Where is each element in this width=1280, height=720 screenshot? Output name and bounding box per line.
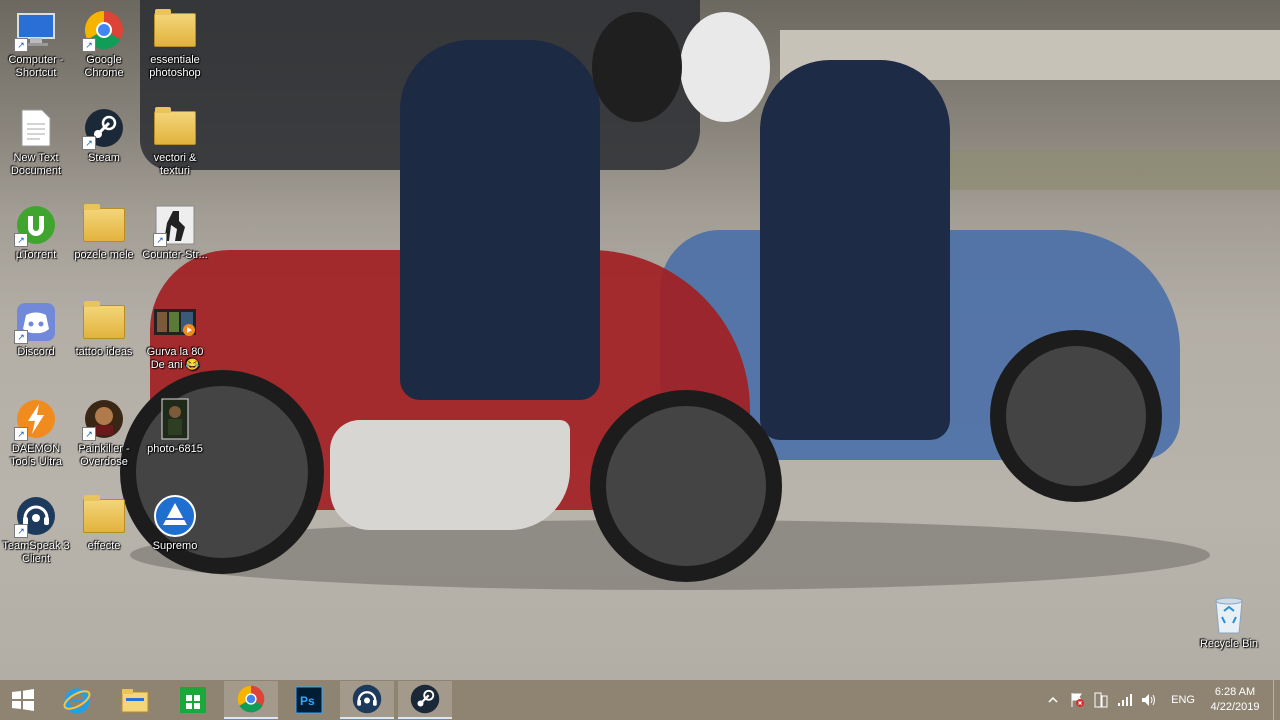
supremo-icon xyxy=(153,494,197,538)
shortcut-arrow-icon: ↗ xyxy=(14,427,28,441)
teamspeak-icon xyxy=(352,684,382,714)
store-icon xyxy=(180,687,206,713)
file-explorer-icon xyxy=(121,689,149,713)
taskbar-app-google-chrome[interactable] xyxy=(224,681,278,719)
desktop-icon-label: Steam xyxy=(88,152,120,164)
shortcut-arrow-icon: ↗ xyxy=(153,233,167,247)
desktop-icon-label: tattoo ideas xyxy=(75,346,133,358)
internet-explorer-icon xyxy=(63,688,91,714)
discord-icon: ↗ xyxy=(14,300,58,344)
taskbar: Ps ENG 6:28 AM 4/22/2019 xyxy=(0,680,1280,720)
device-icon[interactable] xyxy=(1092,691,1110,709)
desktop: ↗ Computer - Shortcut ↗ Google Chrome es… xyxy=(0,0,1280,680)
desktop-icon-recycle-bin[interactable]: Recycle Bin xyxy=(1193,586,1265,651)
folder-icon xyxy=(82,203,126,247)
shortcut-arrow-icon: ↗ xyxy=(14,38,28,52)
text-document-icon xyxy=(14,106,58,150)
desktop-icon-label: Painkiller - Overdose xyxy=(78,443,130,468)
taskbar-app-file-explorer[interactable] xyxy=(108,681,162,719)
desktop-icon-label: effecte xyxy=(87,540,121,552)
chevron-up-icon[interactable] xyxy=(1044,691,1062,709)
shortcut-arrow-icon: ↗ xyxy=(82,38,96,52)
desktop-icon-label: photo-6815 xyxy=(147,443,203,455)
shortcut-arrow-icon: ↗ xyxy=(14,330,28,344)
photo-file-icon xyxy=(153,397,197,441)
desktop-icon-label: Recycle Bin xyxy=(1199,638,1259,650)
desktop-icon-label: Discord xyxy=(17,346,55,358)
desktop-icon-label: essentiale photoshop xyxy=(149,54,201,79)
taskbar-app-store[interactable] xyxy=(166,681,220,719)
painkiller-icon: ↗ xyxy=(82,397,126,441)
desktop-icon-supremo[interactable]: Supremo xyxy=(139,488,211,553)
start-button[interactable] xyxy=(0,680,46,720)
flag-error-icon[interactable] xyxy=(1068,691,1086,709)
desktop-icon-label: TeamSpeak 3 Client xyxy=(2,540,70,565)
clock-date: 4/22/2019 xyxy=(1210,701,1260,713)
desktop-icon-label: Computer - Shortcut xyxy=(8,54,64,79)
desktop-icon-label: New Text Document xyxy=(10,152,62,177)
desktop-icon-label: DAEMON Tools Ultra xyxy=(10,443,62,468)
folder-icon xyxy=(82,300,126,344)
folder-icon xyxy=(82,494,126,538)
windows-logo-icon xyxy=(12,689,34,711)
teamspeak-icon: ↗ xyxy=(14,494,58,538)
clock-time: 6:28 AM xyxy=(1214,686,1256,698)
clock[interactable]: 6:28 AM 4/22/2019 xyxy=(1203,685,1267,715)
utorrent-icon: ↗ xyxy=(14,203,58,247)
desktop-icon-vectori-texturi[interactable]: vectori & texturi xyxy=(139,100,211,178)
desktop-icon-label: Google Chrome xyxy=(84,54,124,79)
computer-icon: ↗ xyxy=(14,8,58,52)
chrome-icon xyxy=(237,685,265,713)
desktop-icon-effecte[interactable]: effecte xyxy=(68,488,140,553)
desktop-icon-photo-6815[interactable]: photo-6815 xyxy=(139,391,211,456)
desktop-icon-steam[interactable]: ↗ Steam xyxy=(68,100,140,165)
taskbar-app-steam[interactable] xyxy=(398,681,452,719)
desktop-icon-google-chrome[interactable]: ↗ Google Chrome xyxy=(68,2,140,80)
chrome-icon: ↗ xyxy=(82,8,126,52)
desktop-icon-label: µTorrent xyxy=(15,249,57,261)
desktop-icon-label: Supremo xyxy=(152,540,198,552)
taskbar-app-internet-explorer[interactable] xyxy=(50,681,104,719)
taskbar-app-teamspeak[interactable] xyxy=(340,681,394,719)
svg-text:Ps: Ps xyxy=(300,694,315,708)
desktop-icon-label: Counter-Str... xyxy=(142,249,208,261)
desktop-icon-label: pozele mele xyxy=(74,249,134,261)
shortcut-arrow-icon: ↗ xyxy=(14,524,28,538)
volume-icon[interactable] xyxy=(1140,691,1158,709)
desktop-icon-counter-strike[interactable]: ↗ Counter-Str... xyxy=(139,197,211,262)
desktop-icon-label: vectori & texturi xyxy=(153,152,197,177)
desktop-icon-teamspeak-3-client[interactable]: ↗ TeamSpeak 3 Client xyxy=(0,488,72,566)
desktop-icon-pozele-mele[interactable]: pozele mele xyxy=(68,197,140,262)
steam-icon xyxy=(410,684,440,714)
counter-strike-icon: ↗ xyxy=(153,203,197,247)
desktop-icon-gurva-video[interactable]: Gurva la 80 De ani 😂 xyxy=(139,294,211,372)
desktop-icon-daemon-tools-ultra[interactable]: ↗ DAEMON Tools Ultra xyxy=(0,391,72,469)
shortcut-arrow-icon: ↗ xyxy=(82,136,96,150)
desktop-icon-tattoo-ideas[interactable]: tattoo ideas xyxy=(68,294,140,359)
desktop-icon-utorrent[interactable]: ↗ µTorrent xyxy=(0,197,72,262)
photoshop-icon: Ps xyxy=(295,686,323,714)
network-signal-icon[interactable] xyxy=(1116,691,1134,709)
desktop-icon-label: Gurva la 80 De ani 😂 xyxy=(146,346,204,371)
desktop-icon-computer-shortcut[interactable]: ↗ Computer - Shortcut xyxy=(0,2,72,80)
folder-icon xyxy=(153,106,197,150)
desktop-icon-discord[interactable]: ↗ Discord xyxy=(0,294,72,359)
desktop-icon-painkiller-overdose[interactable]: ↗ Painkiller - Overdose xyxy=(68,391,140,469)
steam-icon: ↗ xyxy=(82,106,126,150)
language-indicator[interactable]: ENG xyxy=(1171,694,1195,706)
desktop-icon-essentiale-photoshop[interactable]: essentiale photoshop xyxy=(139,2,211,80)
system-tray: ENG 6:28 AM 4/22/2019 xyxy=(1041,680,1280,720)
daemon-tools-icon: ↗ xyxy=(14,397,58,441)
folder-icon xyxy=(153,8,197,52)
shortcut-arrow-icon: ↗ xyxy=(82,427,96,441)
video-file-icon xyxy=(153,300,197,344)
recycle-bin-icon xyxy=(1207,592,1251,636)
shortcut-arrow-icon: ↗ xyxy=(14,233,28,247)
taskbar-app-photoshop[interactable]: Ps xyxy=(282,681,336,719)
show-desktop-button[interactable] xyxy=(1273,680,1280,720)
desktop-icon-new-text-document[interactable]: New Text Document xyxy=(0,100,72,178)
